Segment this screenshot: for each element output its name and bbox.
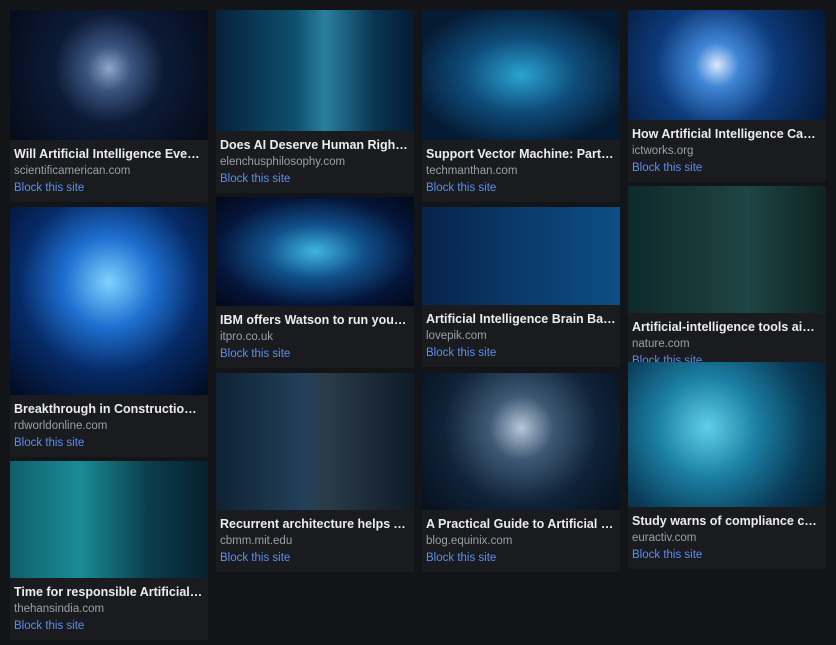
- result-domain: ictworks.org: [632, 145, 694, 157]
- image-result-card[interactable]: Artificial-intelligence tools aim t... n…: [628, 186, 826, 375]
- block-site-link[interactable]: Block this site: [14, 618, 204, 634]
- result-thumbnail[interactable]: [422, 10, 620, 140]
- result-title[interactable]: Breakthrough in Construction of ...: [14, 401, 204, 418]
- image-result-card[interactable]: Time for responsible Artificial Int... t…: [10, 461, 208, 640]
- result-domain: blog.equinix.com: [426, 535, 513, 547]
- block-site-link[interactable]: Block this site: [14, 435, 204, 451]
- image-result-card[interactable]: IBM offers Watson to run your IT... itpr…: [216, 197, 414, 368]
- result-title[interactable]: Support Vector Machine: Part 3 (...: [426, 146, 616, 163]
- block-site-link[interactable]: Block this site: [426, 345, 616, 361]
- result-thumbnail[interactable]: [10, 461, 208, 578]
- result-thumbnail[interactable]: [216, 10, 414, 131]
- result-thumbnail[interactable]: [422, 373, 620, 510]
- result-title[interactable]: IBM offers Watson to run your IT...: [220, 312, 410, 329]
- result-thumbnail[interactable]: [628, 362, 826, 507]
- block-site-link[interactable]: Block this site: [220, 346, 410, 362]
- result-title[interactable]: Artificial Intelligence Brain Back...: [426, 311, 616, 328]
- block-site-link[interactable]: Block this site: [220, 171, 410, 187]
- image-result-card[interactable]: Support Vector Machine: Part 3 (... tech…: [422, 10, 620, 202]
- result-thumbnail[interactable]: [422, 207, 620, 305]
- result-domain: elenchusphilosophy.com: [220, 156, 346, 168]
- result-thumbnail[interactable]: [10, 10, 208, 140]
- block-site-link[interactable]: Block this site: [632, 547, 822, 563]
- result-domain: itpro.co.uk: [220, 331, 274, 343]
- block-site-link[interactable]: Block this site: [632, 160, 822, 176]
- result-title[interactable]: Time for responsible Artificial Int...: [14, 584, 204, 601]
- result-domain: thehansindia.com: [14, 603, 105, 615]
- result-thumbnail[interactable]: [10, 207, 208, 395]
- result-domain: euractiv.com: [632, 532, 697, 544]
- result-title[interactable]: Study warns of compliance cost...: [632, 513, 822, 530]
- image-result-card[interactable]: Breakthrough in Construction of ... rdwo…: [10, 207, 208, 457]
- result-domain: lovepik.com: [426, 330, 487, 342]
- result-thumbnail[interactable]: [216, 197, 414, 306]
- result-title[interactable]: Recurrent architecture helps AI, ...: [220, 516, 410, 533]
- block-site-link[interactable]: Block this site: [426, 180, 616, 196]
- result-title[interactable]: How Artificial Intelligence Can R...: [632, 126, 822, 143]
- result-title[interactable]: Artificial-intelligence tools aim t...: [632, 319, 822, 336]
- result-domain: scientificamerican.com: [14, 165, 131, 177]
- result-title[interactable]: A Practical Guide to Artificial Int...: [426, 516, 616, 533]
- result-thumbnail[interactable]: [216, 373, 414, 510]
- image-result-card[interactable]: Artificial Intelligence Brain Back... lo…: [422, 207, 620, 367]
- result-thumbnail[interactable]: [628, 186, 826, 313]
- result-domain: cbmm.mit.edu: [220, 535, 293, 547]
- image-result-card[interactable]: Will Artificial Intelligence Ever Li... …: [10, 10, 208, 202]
- block-site-link[interactable]: Block this site: [426, 550, 616, 566]
- block-site-link[interactable]: Block this site: [14, 180, 204, 196]
- image-result-card[interactable]: A Practical Guide to Artificial Int... b…: [422, 373, 620, 572]
- result-title[interactable]: Will Artificial Intelligence Ever Li...: [14, 146, 204, 163]
- image-result-card[interactable]: Recurrent architecture helps AI, ... cbm…: [216, 373, 414, 572]
- image-result-card[interactable]: How Artificial Intelligence Can R... ict…: [628, 10, 826, 182]
- result-domain: rdworldonline.com: [14, 420, 108, 432]
- result-domain: techmanthan.com: [426, 165, 518, 177]
- result-domain: nature.com: [632, 338, 690, 350]
- block-site-link[interactable]: Block this site: [220, 550, 410, 566]
- image-result-card[interactable]: Study warns of compliance cost... euract…: [628, 362, 826, 569]
- result-title[interactable]: Does AI Deserve Human Rights? ...: [220, 137, 410, 154]
- image-result-card[interactable]: Does AI Deserve Human Rights? ... elench…: [216, 10, 414, 193]
- result-thumbnail[interactable]: [628, 10, 826, 120]
